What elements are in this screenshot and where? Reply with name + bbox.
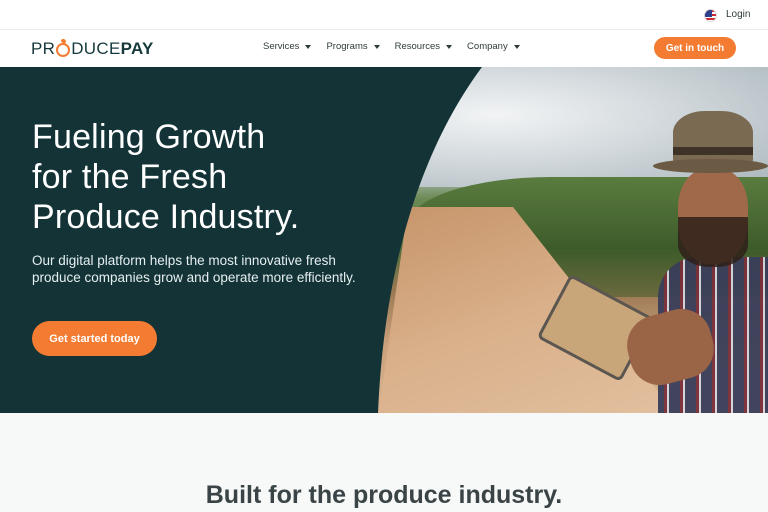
logo-text-prefix: PR <box>31 39 56 58</box>
hero-title: Fueling Growth for the Fresh Produce Ind… <box>32 117 392 237</box>
get-started-button[interactable]: Get started today <box>32 321 157 356</box>
nav-item-label: Company <box>467 41 508 52</box>
nav-item-label: Resources <box>394 41 441 52</box>
nav-item-resources[interactable]: Resources <box>394 41 453 52</box>
nav-menu: Services Programs Resources Company <box>263 41 535 52</box>
chevron-down-icon <box>513 44 520 49</box>
photo-farmer <box>536 107 768 413</box>
hero-section: Fueling Growth for the Fresh Produce Ind… <box>0 67 768 413</box>
logo-orange-icon <box>56 43 71 57</box>
nav-item-services[interactable]: Services <box>263 41 312 52</box>
nav-item-programs[interactable]: Programs <box>326 41 380 52</box>
hero-title-line-2: for the Fresh <box>32 158 228 196</box>
logo-text-suffix: PAY <box>120 39 154 58</box>
logo-text-middle: DUCE <box>71 39 121 58</box>
producepay-logo[interactable]: PR DUCE PAY <box>31 39 154 59</box>
us-flag-icon[interactable] <box>704 9 717 22</box>
section-title: Built for the produce industry. <box>205 481 563 509</box>
hat-crown <box>673 111 753 165</box>
hero-subtitle: Our digital platform helps the most inno… <box>32 253 356 285</box>
produce-industry-section: Built for the produce industry. <box>0 413 768 512</box>
hat-band <box>673 147 753 155</box>
hat-brim <box>653 159 768 173</box>
utility-bar: Login <box>0 0 768 30</box>
hero-title-line-1: Fueling Growth <box>32 118 266 156</box>
nav-item-label: Programs <box>326 41 368 52</box>
hero-title-line-3: Produce Industry. <box>32 198 300 236</box>
login-link[interactable]: Login <box>726 9 750 20</box>
photo-hat <box>653 107 768 177</box>
hero-farmer-photo <box>378 67 768 413</box>
chevron-down-icon <box>305 44 312 49</box>
main-navbar: PR DUCE PAY Services Programs Resources … <box>0 30 768 67</box>
chevron-down-icon <box>446 44 453 49</box>
nav-item-label: Services <box>263 41 300 52</box>
get-in-touch-button[interactable]: Get in touch <box>654 37 736 59</box>
chevron-down-icon <box>373 44 380 49</box>
photo-beard <box>678 217 748 267</box>
nav-item-company[interactable]: Company <box>467 41 520 52</box>
